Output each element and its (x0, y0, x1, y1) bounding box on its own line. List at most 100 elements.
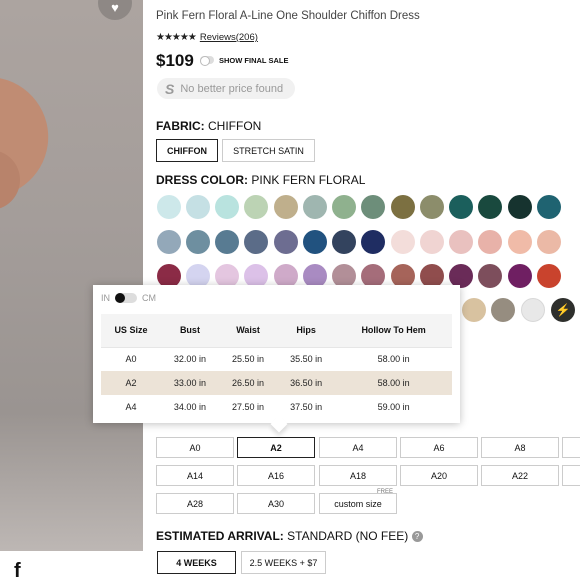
size-option[interactable]: A30 (237, 493, 315, 514)
color-swatch[interactable] (521, 298, 545, 322)
color-swatch[interactable] (157, 195, 181, 219)
chart-cell: A4 (125, 402, 137, 412)
chart-header-cell: US Size (101, 314, 161, 348)
chart-cell: 36.50 in (277, 371, 336, 395)
color-swatch[interactable] (537, 195, 561, 219)
final-sale-toggle[interactable] (200, 56, 214, 66)
chart-cell: 32.00 in (173, 354, 206, 365)
color-swatch[interactable] (332, 230, 356, 254)
table-row: A4 34.00 in 27.50 in 37.50 in 59.00 in (101, 395, 452, 419)
color-swatch[interactable] (462, 298, 486, 322)
color-swatch[interactable] (244, 195, 268, 219)
color-swatch[interactable] (186, 195, 210, 219)
help-icon[interactable]: ? (411, 531, 423, 543)
size-option[interactable]: A22 (481, 465, 559, 486)
free-badge: FREE (376, 488, 393, 495)
lightning-icon: ⚡ (555, 303, 571, 317)
wishlist-button[interactable]: ♥ (98, 0, 132, 20)
final-sale-label: SHOW FINAL SALE (219, 56, 289, 65)
color-swatch[interactable] (186, 230, 210, 254)
color-swatch[interactable] (508, 230, 532, 254)
size-option[interactable]: A28 (156, 493, 234, 514)
color-swatch[interactable] (420, 195, 444, 219)
color-swatch[interactable] (361, 230, 385, 254)
size-option[interactable]: A16 (237, 465, 315, 486)
chart-cell: 25.50 in (232, 354, 265, 365)
size-option[interactable]: A14 (156, 465, 234, 486)
chart-cell: 35.50 in (290, 354, 323, 365)
color-swatch[interactable] (274, 195, 298, 219)
size-option[interactable]: A18 (319, 465, 397, 486)
color-swatch[interactable]: ⚡ (551, 298, 575, 322)
size-option[interactable]: A4 (319, 437, 397, 458)
color-swatch[interactable] (274, 230, 298, 254)
size-option[interactable]: A8 (481, 437, 559, 458)
color-swatch[interactable] (391, 230, 415, 254)
chart-cell: 59.00 in (377, 402, 410, 412)
arrival-option-4-weeks[interactable]: 4 WEEKS (157, 551, 236, 574)
chart-cell: A0 (125, 354, 137, 365)
arrival-label: ESTIMATED ARRIVAL: STANDARD (NO FEE) ? (156, 529, 423, 543)
chart-cell: A2 (101, 371, 161, 395)
chart-header-cell: Bust (160, 314, 219, 348)
fabric-label: FABRIC: CHIFFON (156, 119, 262, 133)
fabric-option-stretch-satin[interactable]: STRETCH SATIN (222, 139, 315, 162)
size-option[interactable]: A0 (156, 437, 234, 458)
color-swatch[interactable] (449, 195, 473, 219)
color-swatch[interactable] (332, 195, 356, 219)
reviews-link[interactable]: Reviews(206) (200, 32, 258, 43)
price-check-icon: S (165, 80, 175, 97)
chart-cell: 34.00 in (173, 402, 206, 412)
size-option-overflow[interactable] (562, 437, 580, 458)
color-swatch[interactable] (215, 195, 239, 219)
color-swatch[interactable] (420, 230, 444, 254)
chart-header-cell: Hollow To Hem (335, 314, 452, 348)
color-swatch[interactable] (478, 195, 502, 219)
arrival-option-2-5-weeks[interactable]: 2.5 WEEKS + $7 (241, 551, 326, 574)
color-swatch[interactable] (449, 230, 473, 254)
table-row: A0 32.00 in 25.50 in 35.50 in 58.00 in (101, 347, 452, 371)
heart-icon: ♥ (111, 0, 119, 15)
size-chart-popup: IN CM US Size Bust Waist Hips Hollow To Hem … (93, 285, 460, 433)
rating-row: ★★★★★ Reviews(206) (156, 32, 258, 43)
no-better-price-badge: S No better price found (157, 78, 295, 99)
no-better-price-text: No better price found (180, 82, 284, 95)
color-swatch[interactable] (303, 195, 327, 219)
size-option[interactable]: custom size (319, 493, 397, 514)
color-swatch[interactable] (537, 264, 561, 288)
size-option[interactable]: A20 (400, 465, 478, 486)
unit-toggle[interactable] (115, 293, 137, 303)
chart-cell: 33.00 in (160, 371, 219, 395)
product-title: Pink Fern Floral A-Line One Shoulder Chi… (156, 10, 420, 22)
color-label: DRESS COLOR: PINK FERN FLORAL (156, 173, 366, 187)
unit-switch[interactable]: IN CM (101, 293, 156, 303)
chart-cell: 58.00 in (377, 354, 410, 365)
color-swatch[interactable] (478, 264, 502, 288)
color-swatch[interactable] (491, 298, 515, 322)
fabric-option-chiffon[interactable]: CHIFFON (156, 139, 218, 162)
size-option-overflow[interactable] (562, 465, 580, 486)
chart-cell: 58.00 in (335, 371, 452, 395)
color-swatch[interactable] (537, 230, 561, 254)
unit-in-label: IN (101, 293, 110, 303)
product-photo: ♥ (0, 0, 143, 551)
color-swatch[interactable] (157, 230, 181, 254)
color-swatch[interactable] (244, 230, 268, 254)
color-swatch[interactable] (478, 230, 502, 254)
size-chart-table: US Size Bust Waist Hips Hollow To Hem A0 32.0… (101, 314, 452, 419)
table-row: A2 33.00 in 26.50 in 36.50 in 58.00 in (101, 371, 452, 395)
color-swatch[interactable] (391, 195, 415, 219)
price: $109 (156, 51, 194, 70)
chart-header-cell: Hips (277, 314, 336, 348)
color-swatch[interactable] (303, 230, 327, 254)
facebook-icon[interactable]: f (14, 560, 21, 580)
color-swatch[interactable] (508, 264, 532, 288)
color-swatch[interactable] (215, 230, 239, 254)
size-option[interactable]: A6 (400, 437, 478, 458)
color-swatch[interactable] (361, 195, 385, 219)
star-rating-icon: ★★★★★ (156, 32, 197, 43)
chart-cell: 26.50 in (219, 371, 278, 395)
chart-header-cell: Waist (219, 314, 278, 348)
color-swatch[interactable] (508, 195, 532, 219)
size-option[interactable]: A2 (237, 437, 315, 458)
